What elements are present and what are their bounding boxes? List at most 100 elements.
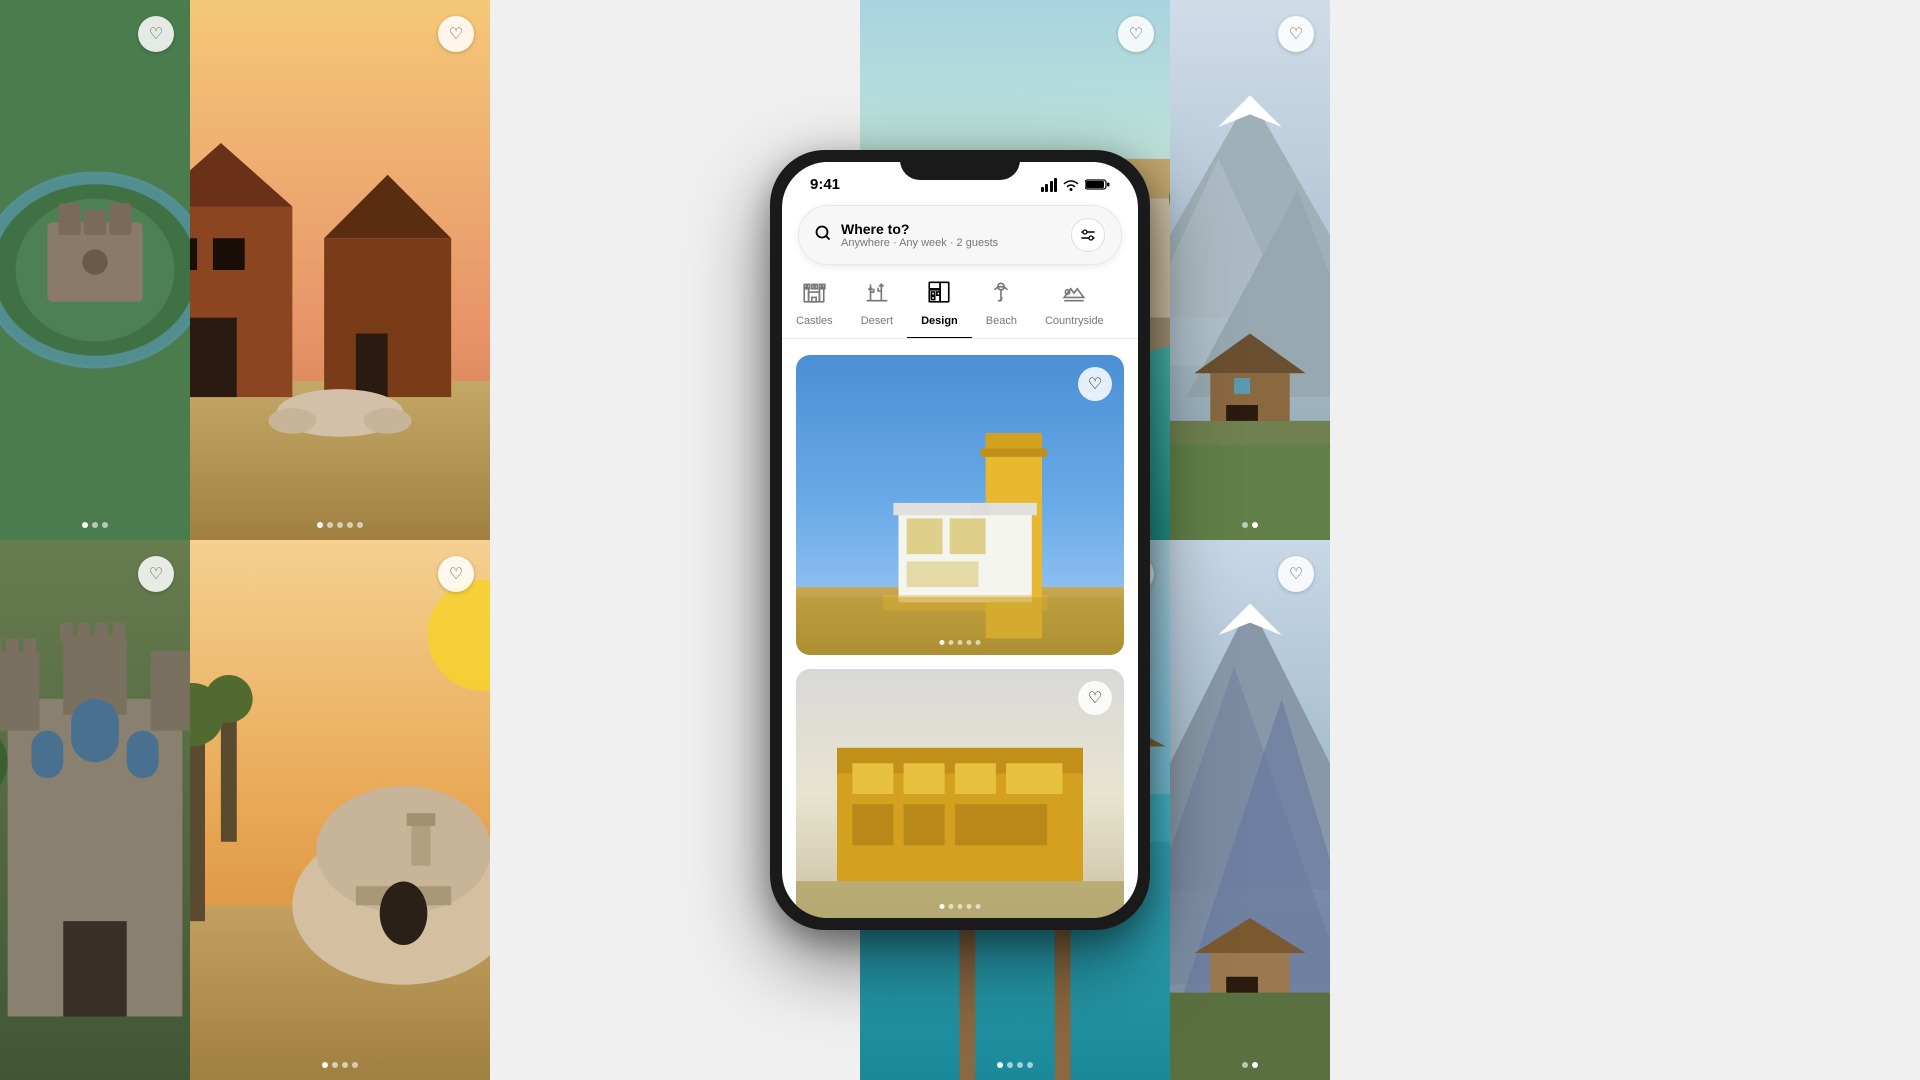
image-dots	[322, 1062, 358, 1068]
dot-3	[337, 522, 343, 528]
dot-1	[82, 522, 88, 528]
image-dots	[82, 522, 108, 528]
heart-button-castle2[interactable]: ♡	[138, 556, 174, 592]
dot-2	[92, 522, 98, 528]
desert-label: Desert	[861, 315, 893, 327]
image-dots	[317, 522, 363, 528]
tab-design[interactable]: Design	[907, 273, 972, 339]
dot-2	[332, 1062, 338, 1068]
design-icon	[926, 279, 952, 311]
search-text: Where to? Anywhere · Any week · 2 guests	[841, 221, 1061, 250]
bg-card-mountain2-bottom: ♡	[1170, 540, 1330, 1080]
heart-button-coastal[interactable]: ♡	[1118, 16, 1154, 52]
countryside-label: Countryside	[1045, 315, 1104, 327]
heart-button-castle1[interactable]: ♡	[138, 16, 174, 52]
heart-icon: ♡	[449, 24, 463, 44]
dot-3	[958, 904, 963, 909]
tab-desert[interactable]: Desert	[847, 273, 907, 338]
listing-dots-1	[940, 640, 981, 645]
castle-aerial-illustration	[0, 0, 190, 540]
bg-card-castle-aerial: ♡	[0, 0, 190, 540]
image-dots	[997, 1062, 1033, 1068]
heart-button-barn[interactable]: ♡	[438, 16, 474, 52]
search-bar[interactable]: Where to? Anywhere · Any week · 2 guests	[798, 205, 1122, 265]
dot-5	[357, 522, 363, 528]
modern-barn-illustration	[190, 0, 490, 540]
heart-icon: ♡	[449, 564, 463, 584]
tab-countryside[interactable]: Countryside	[1031, 273, 1118, 338]
beach-label: Beach	[986, 315, 1017, 327]
countryside-icon	[1061, 279, 1087, 311]
castles-icon	[801, 279, 827, 311]
heart-icon: ♡	[1129, 24, 1143, 44]
dot-4	[347, 522, 353, 528]
dot-4	[352, 1062, 358, 1068]
beach-icon	[988, 279, 1014, 311]
phone-mockup: 9:41	[770, 150, 1150, 930]
bg-card-desert-bottom: ♡	[190, 540, 490, 1080]
signal-bar-4	[1054, 178, 1057, 192]
desert-illustration	[190, 540, 490, 1080]
listing-card-1: ♡	[796, 355, 1124, 655]
listing-heart-1[interactable]: ♡	[1078, 367, 1112, 401]
tab-beach[interactable]: Beach	[972, 273, 1031, 338]
dot-2	[949, 904, 954, 909]
castle2-illustration	[0, 540, 190, 1080]
tab-castles[interactable]: Castles	[782, 273, 847, 338]
heart-icon: ♡	[1088, 374, 1102, 394]
dot-1	[1242, 522, 1248, 528]
dot-3	[342, 1062, 348, 1068]
mountain-illustration	[1170, 0, 1330, 540]
mountain2-illustration	[1170, 540, 1330, 1080]
listing-dots-2	[940, 904, 981, 909]
listing-1-illustration	[796, 355, 1124, 655]
phone-notch	[900, 150, 1020, 180]
castles-label: Castles	[796, 315, 833, 327]
heart-icon: ♡	[149, 24, 163, 44]
search-sub: Anywhere · Any week · 2 guests	[841, 237, 1061, 249]
filter-icon	[1080, 227, 1096, 243]
category-tabs: Castles Desert	[782, 265, 1138, 339]
filter-button[interactable]	[1071, 218, 1105, 252]
dot-1	[1242, 1062, 1248, 1068]
signal-icon	[1041, 178, 1058, 192]
signal-bar-2	[1045, 184, 1048, 192]
dot-2	[949, 640, 954, 645]
dot-4	[967, 904, 972, 909]
bg-card-mountain: ♡	[1170, 0, 1330, 540]
heart-button-desert[interactable]: ♡	[438, 556, 474, 592]
dot-2	[327, 522, 333, 528]
listing-2-illustration	[796, 669, 1124, 918]
dot-1	[997, 1062, 1003, 1068]
heart-icon: ♡	[1088, 688, 1102, 708]
dot-2	[1007, 1062, 1013, 1068]
desert-icon	[864, 279, 890, 311]
heart-button-mountain2[interactable]: ♡	[1278, 556, 1314, 592]
dot-2	[1252, 1062, 1258, 1068]
dot-5	[976, 640, 981, 645]
dot-4	[967, 640, 972, 645]
status-time: 9:41	[810, 176, 840, 193]
dot-1	[322, 1062, 328, 1068]
status-icons	[1041, 178, 1111, 192]
heart-icon: ♡	[149, 564, 163, 584]
phone-outer-shell: 9:41	[770, 150, 1150, 930]
bg-card-castle2-bottom: ♡	[0, 540, 190, 1080]
image-dots	[1242, 522, 1258, 528]
listing-heart-2[interactable]: ♡	[1078, 681, 1112, 715]
signal-bar-1	[1041, 187, 1044, 192]
design-label: Design	[921, 315, 958, 327]
bg-card-modern-barn: ♡	[190, 0, 490, 540]
listings-scroll[interactable]: ♡	[782, 339, 1138, 918]
dot-5	[976, 904, 981, 909]
heart-button-mountain[interactable]: ♡	[1278, 16, 1314, 52]
wifi-icon	[1063, 178, 1079, 192]
image-dots	[1242, 1062, 1258, 1068]
dot-3	[958, 640, 963, 645]
phone-screen: 9:41	[782, 162, 1138, 918]
search-main: Where to?	[841, 221, 1061, 238]
search-svg	[815, 225, 831, 241]
dot-1	[940, 904, 945, 909]
dot-1	[940, 640, 945, 645]
dot-3	[102, 522, 108, 528]
